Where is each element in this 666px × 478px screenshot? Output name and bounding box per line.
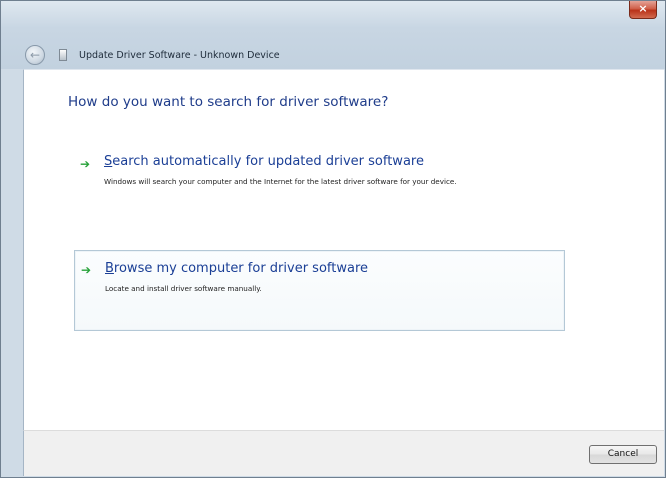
cancel-button[interactable]: Cancel: [589, 445, 657, 464]
access-key-letter: B: [105, 261, 114, 276]
button-bar: Cancel: [23, 430, 664, 476]
browse-computer-option[interactable]: ➔ Browse my computer for driver software…: [74, 250, 565, 331]
option-title-text: rowse my computer for driver software: [113, 261, 368, 276]
search-automatically-option[interactable]: ➔ Search automatically for updated drive…: [74, 148, 564, 206]
green-arrow-icon: ➔: [80, 157, 91, 171]
green-arrow-icon: ➔: [81, 263, 92, 277]
title-bar: × ← Update Driver Software - Unknown Dev…: [1, 1, 665, 69]
dialog-window: × ← Update Driver Software - Unknown Dev…: [0, 0, 666, 478]
option-title[interactable]: Browse my computer for driver software: [105, 261, 368, 276]
device-icon: [59, 49, 67, 61]
option-description: Locate and install driver software manua…: [105, 284, 262, 293]
page-heading: How do you want to search for driver sof…: [68, 94, 389, 110]
option-title[interactable]: Search automatically for updated driver …: [104, 154, 424, 169]
option-title-text: earch automatically for updated driver s…: [112, 154, 424, 169]
option-description: Windows will search your computer and th…: [104, 177, 457, 186]
close-button[interactable]: ×: [629, 1, 657, 19]
content-area: How do you want to search for driver sof…: [23, 69, 664, 430]
window-title: Update Driver Software - Unknown Device: [79, 49, 280, 61]
window-header: ← Update Driver Software - Unknown Devic…: [25, 43, 625, 67]
back-arrow-icon[interactable]: ←: [25, 45, 45, 65]
